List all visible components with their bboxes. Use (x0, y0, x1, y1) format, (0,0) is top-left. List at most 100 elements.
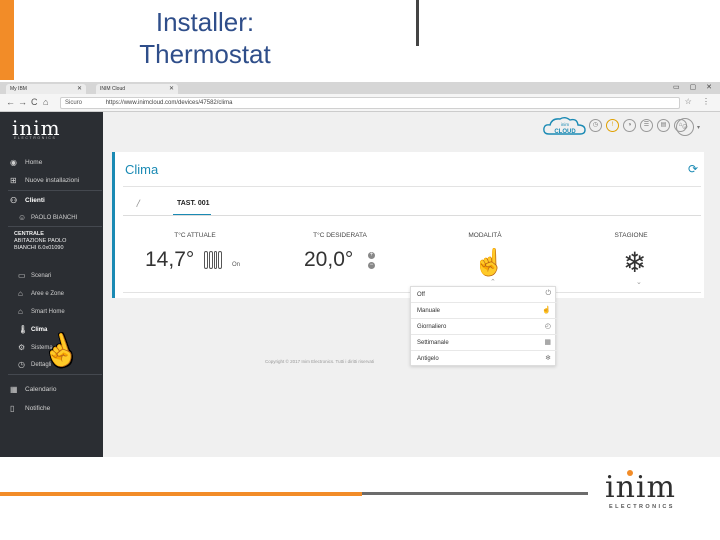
system-icon: ⚙ (18, 343, 26, 352)
sidebar-divider (8, 226, 102, 227)
sidebar-divider (8, 374, 102, 375)
refresh-icon[interactable]: ⟳ (688, 162, 698, 176)
centrale-info[interactable]: CENTRALE ABITAZIONE PAOLO BIANCHI 6.0x01… (14, 231, 100, 252)
chevron-down-icon[interactable]: ⌄ (636, 278, 642, 286)
sidebar-item-client-paolo-bianchi[interactable]: ☺ PAOLO BIANCHI (0, 211, 103, 225)
slide-title: Installer: Thermostat (110, 6, 300, 70)
option-label: Antigelo (417, 356, 439, 362)
user-icon: ☺ (18, 213, 27, 222)
browser-menu-icons[interactable]: ☆ ⋮ (685, 97, 714, 106)
home-icon[interactable]: ⌂ (43, 97, 48, 107)
current-temp-label: T°C ATTUALE (174, 232, 216, 239)
sidebar-item-label: Nuove installazioni (25, 177, 80, 184)
tab-label: INIM Cloud (100, 86, 126, 92)
clima-panel: Clima ⟳ 〳 TAST. 001 T°C ATTUALE 14,7° On… (112, 152, 704, 298)
footer-logo-sub: ELECTRONICS (609, 504, 675, 510)
option-label: Manuale (417, 308, 441, 314)
increase-button[interactable]: + (368, 252, 375, 259)
mode-option-daily[interactable]: Giornaliero ◴ (411, 319, 557, 335)
centrale-line: BIANCHI 6.0x01090 (14, 245, 64, 251)
screenshot: My IBM ✕ INIM Cloud ✕ ▭ ▢ ✕ ← → C ⌂ Sicu… (0, 82, 720, 457)
slide-title-line2: Thermostat (139, 39, 271, 69)
mode-dropdown: Off ⏻ Manuale ☝ Giornaliero ◴ Settimanal… (410, 286, 557, 367)
user-avatar-icon[interactable]: ☺ (676, 118, 694, 136)
decrease-button[interactable]: − (368, 262, 375, 269)
url-input[interactable]: Sicuro https://www.inimcloud.com/devices… (60, 97, 680, 109)
centrale-title: CENTRALE (14, 231, 44, 237)
temp-stepper: + − (368, 252, 376, 272)
option-label: Giornaliero (417, 324, 447, 330)
reload-icon[interactable]: C (31, 97, 38, 107)
mode-option-manual[interactable]: Manuale ☝ (411, 303, 557, 319)
sidebar-item-areas-zones[interactable]: ⌂ Aree e Zone (0, 287, 103, 301)
tab-thermostat[interactable]: TAST. 001 (177, 200, 210, 207)
scenarios-icon: ▭ (18, 271, 26, 280)
sidebar-item-smart-home[interactable]: ⌂ Smart Home (0, 305, 103, 319)
cloud-brand-top: inim (561, 122, 570, 127)
title-accent-bar (0, 0, 14, 80)
sidebar: inim ELECTRONICS ◉ Home ⊞ Nuove installa… (0, 112, 103, 457)
mode-label: MODALITÀ (468, 232, 502, 239)
sidebar-item-label: Smart Home (31, 309, 65, 315)
sidebar-item-calendar[interactable]: ▦ Calendario (0, 383, 103, 397)
smart-home-icon: ⌂ (18, 307, 23, 316)
browser-tab[interactable]: INIM Cloud ✕ (96, 84, 178, 94)
address-bar: ← → C ⌂ Sicuro https://www.inimcloud.com… (0, 94, 720, 112)
option-label: Settimanale (417, 340, 449, 346)
browser-tab[interactable]: My IBM ✕ (6, 84, 86, 94)
centrale-line: ABITAZIONE PAOLO (14, 238, 67, 244)
mode-option-off[interactable]: Off ⏻ (411, 287, 557, 303)
forward-icon[interactable]: → (18, 97, 27, 107)
history-icon[interactable]: ◷ (589, 119, 602, 132)
main-content: inim CLOUD ◷ ! ◑ ☰ ▤ ⌂ ☺ ▾ Clima ⟳ 〳 TAS… (103, 112, 720, 457)
heating-state: On (232, 262, 241, 268)
sidebar-item-scenarios[interactable]: ▭ Scenari (0, 269, 103, 283)
desired-temp-value: 20,0° (304, 248, 354, 271)
snowflake-icon[interactable]: ❄ (623, 246, 646, 279)
power-icon: ⏻ (545, 290, 551, 297)
chevron-up-icon[interactable]: ⌃ (490, 278, 496, 286)
sidebar-item-label: Calendario (25, 386, 57, 393)
back-icon[interactable]: ← (6, 97, 15, 107)
manual-mode-icon[interactable]: ☝ (473, 247, 505, 278)
current-temp-value: 14,7° (145, 248, 195, 271)
chevron-down-icon[interactable]: ▾ (697, 124, 700, 131)
sidebar-item-label: Aree e Zone (31, 291, 65, 297)
clients-icon: ⚇ (10, 196, 18, 205)
sidebar-item-label: Clima (31, 327, 48, 333)
details-icon: ◷ (18, 360, 25, 369)
sidebar-item-home[interactable]: ◉ Home (0, 156, 103, 170)
sidebar-item-label: Clienti (25, 197, 45, 204)
close-icon[interactable]: ✕ (169, 85, 174, 92)
divider (123, 186, 701, 187)
window-controls[interactable]: ▭ ▢ ✕ (673, 83, 716, 91)
sidebar-item-notifications[interactable]: ▯ Notifiche (0, 402, 103, 416)
logo-dot (627, 470, 633, 476)
sidebar-item-label: Notifiche (25, 405, 51, 412)
sidebar-item-label: Home (25, 159, 43, 166)
status-icon[interactable]: ◑ (623, 119, 636, 132)
mode-option-weekly[interactable]: Settimanale ▦ (411, 335, 557, 351)
clock-icon: ◴ (544, 323, 551, 330)
title-divider (416, 0, 419, 46)
sidebar-item-clients[interactable]: ⚇ Clienti (0, 194, 103, 208)
sidebar-item-label: Scenari (31, 273, 52, 279)
thermometer-icon: 〳 (135, 199, 143, 208)
install-icon: ⊞ (10, 176, 17, 185)
sidebar-item-label: PAOLO BIANCHI (31, 215, 78, 221)
browser-tabbar: My IBM ✕ INIM Cloud ✕ ▭ ▢ ✕ (0, 82, 720, 94)
footer-accent-line (0, 492, 362, 496)
url-text: https://www.inimcloud.com/devices/47582/… (105, 100, 233, 106)
menu-icon[interactable]: ☰ (640, 119, 653, 132)
mode-option-antifreeze[interactable]: Antigelo ❄ (411, 351, 557, 367)
desired-temp-label: T°C DESIDERATA (313, 232, 367, 239)
calendar-icon: ▦ (544, 339, 551, 346)
close-icon[interactable]: ✕ (77, 85, 82, 92)
snowflake-icon: ❄ (545, 355, 551, 362)
option-label: Off (417, 292, 425, 298)
alert-icon[interactable]: ! (606, 119, 619, 132)
notifications-icon: ▯ (10, 404, 15, 413)
sidebar-item-new-installations[interactable]: ⊞ Nuove installazioni (0, 174, 103, 188)
copyright-text: Copyright © 2017 Inim Electronics. Tutti… (265, 359, 375, 364)
list-icon[interactable]: ▤ (657, 119, 670, 132)
